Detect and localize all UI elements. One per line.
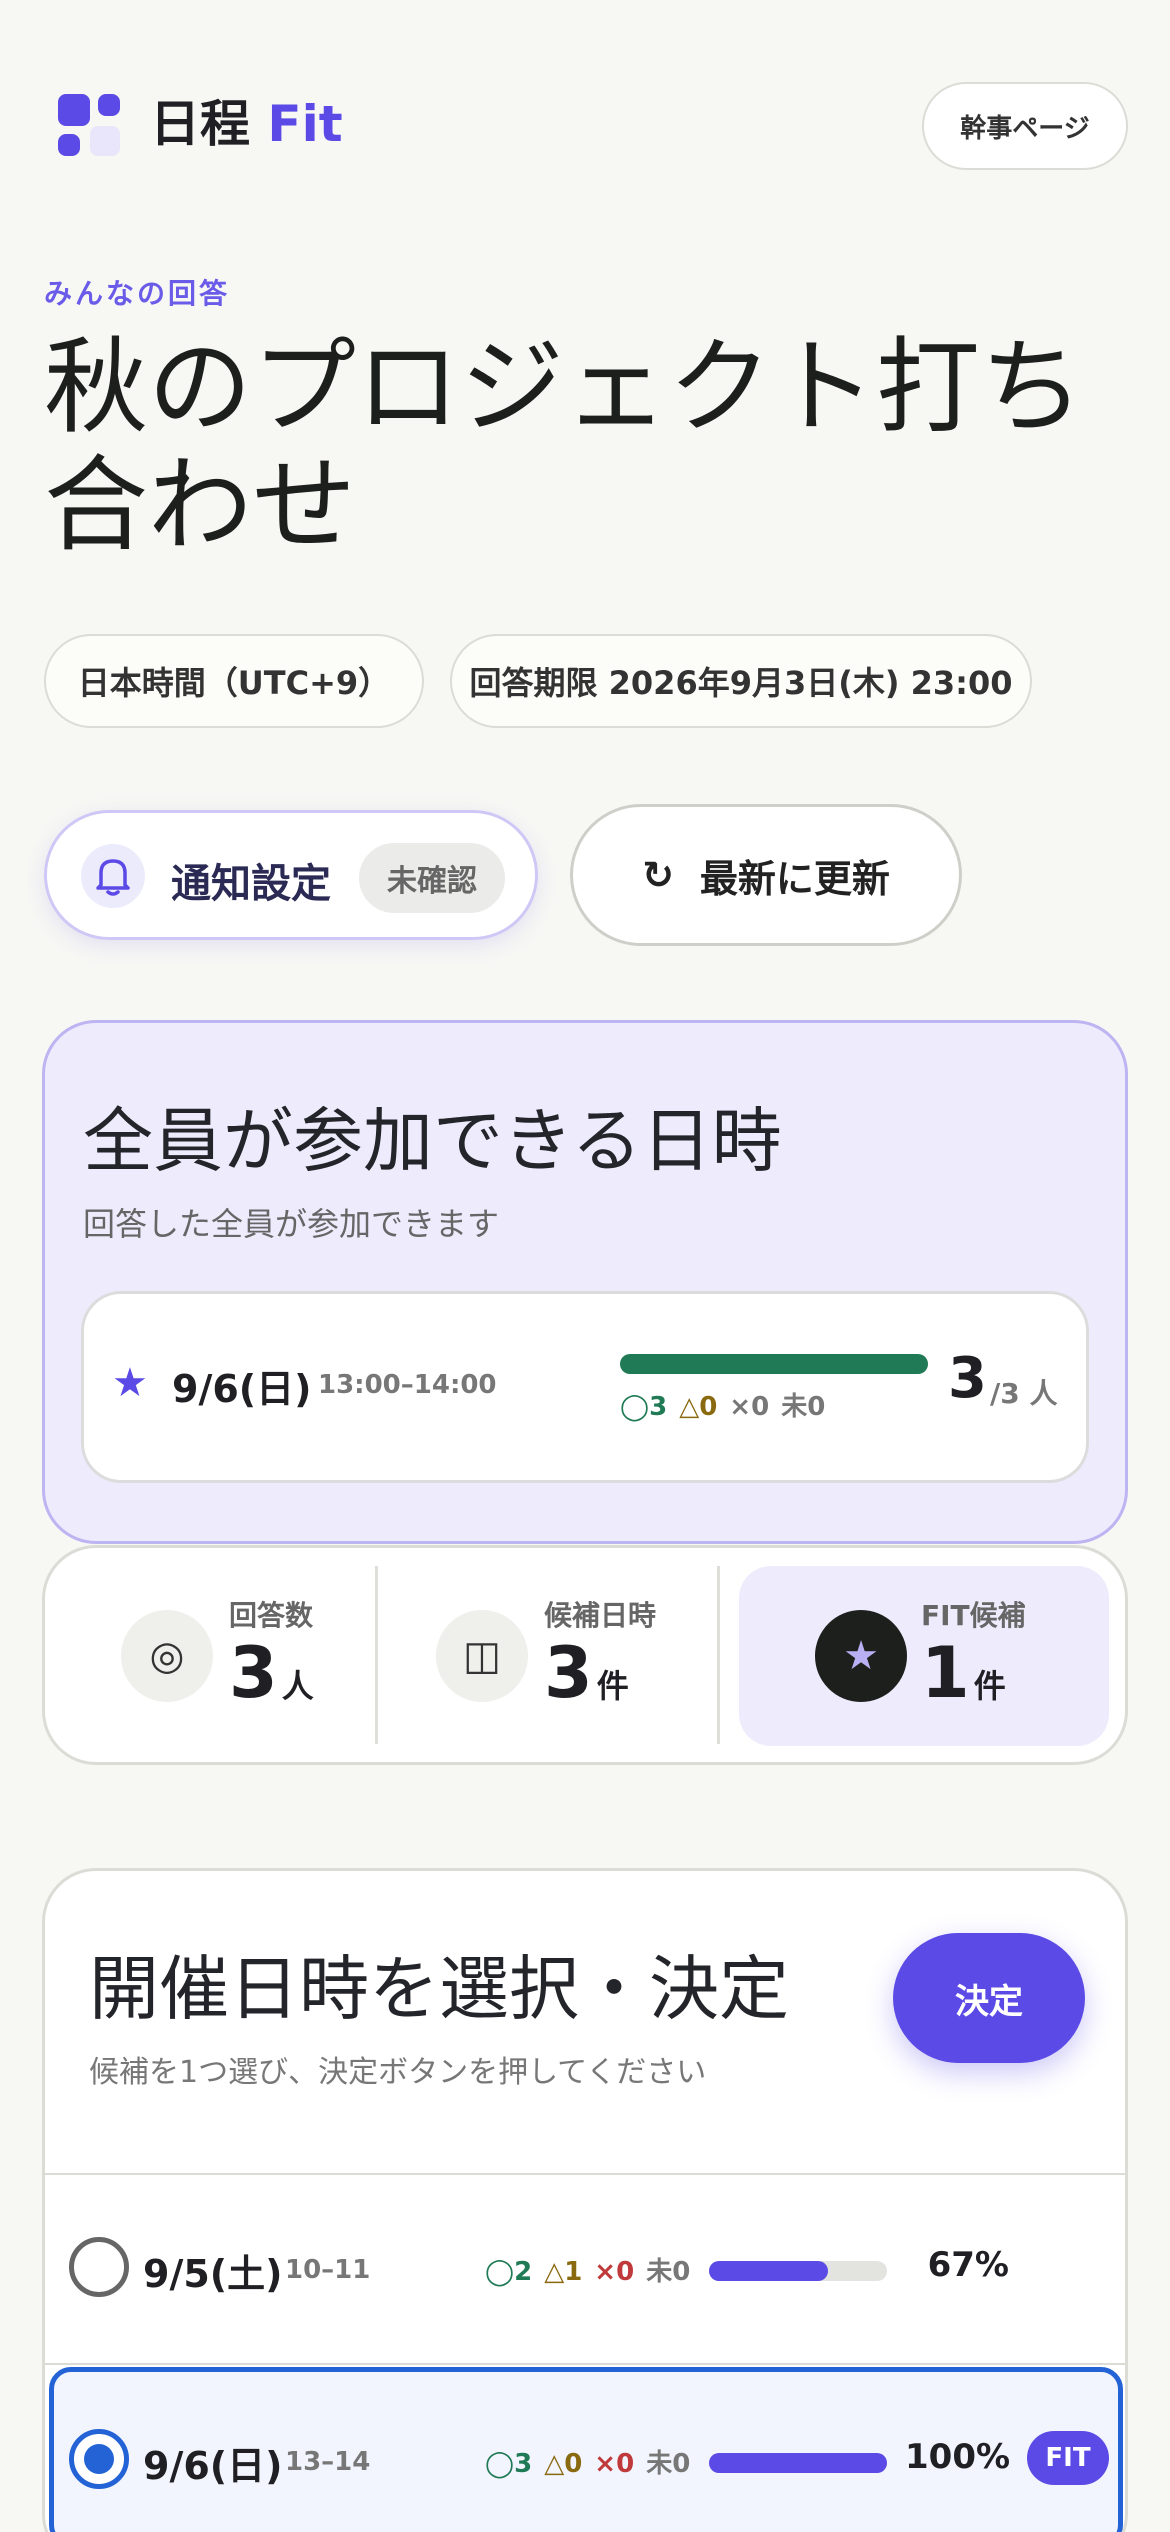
ok-count: ◯2 [485, 2257, 533, 2287]
stats-panel: ◎ 回答数 3人 ◫ 候補日時 3件 ★ FIT候補 1件 [42, 1545, 1128, 1765]
target-icon: ◎ [121, 1610, 213, 1702]
progress-fill [709, 2261, 829, 2281]
fit-card-title: 全員が参加できる日時 [83, 1100, 782, 1182]
candidate-date: 9/5(土) [143, 2252, 283, 2296]
row-divider [45, 2363, 1125, 2365]
fit-attendee-count: 3 [948, 1346, 987, 1411]
progress-fill [709, 2453, 887, 2473]
candidate-radio[interactable] [69, 2237, 129, 2297]
app-brand: 日程 Fit [150, 92, 343, 156]
refresh-button[interactable]: ↻ 最新に更新 [570, 804, 962, 946]
timezone-chip: 日本時間（UTC+9） [44, 634, 424, 728]
star-icon: ★ [815, 1610, 907, 1702]
candidate-progress-bar [709, 2261, 887, 2281]
stat-value: 3 [229, 1632, 278, 1714]
no-count: ×0 [729, 1392, 770, 1422]
brand-accent: Fit [267, 95, 343, 153]
maybe-count: △0 [679, 1392, 718, 1422]
maybe-count: △0 [544, 2449, 583, 2479]
notification-settings-button[interactable]: 通知設定 未確認 [44, 810, 538, 940]
fit-attendee-total: /3 人 [990, 1377, 1058, 1410]
star-icon: ★ [112, 1360, 148, 1406]
stat-fit-candidates: ★ FIT候補 1件 [739, 1548, 1109, 1762]
candidate-date: 9/6(日) [143, 2444, 283, 2488]
page-title: 秋のプロジェクト打ち合わせ [44, 326, 1085, 566]
candidate-row-selected[interactable]: 9/6(日) 13–14 ◯3 △0 ×0 未0 100% FIT [49, 2367, 1123, 2532]
notification-settings-label: 通知設定 [171, 861, 331, 907]
candidate-time: 10–11 [285, 2255, 371, 2285]
stat-value: 1 [921, 1632, 970, 1714]
fit-candidate-time: 13:00–14:00 [318, 1370, 497, 1400]
stat-unit: 件 [973, 1667, 1006, 1705]
calendar-icon: ◫ [436, 1610, 528, 1702]
section-eyebrow: みんなの回答 [44, 277, 231, 310]
fit-badge: FIT [1027, 2431, 1109, 2485]
candidate-radio[interactable] [69, 2429, 129, 2489]
brand-main: 日程 [150, 95, 250, 153]
bell-icon [81, 844, 145, 908]
candidate-progress-bar [709, 2453, 887, 2473]
fit-availability-bar [620, 1354, 928, 1374]
unanswered-count: 未0 [646, 2257, 691, 2287]
stat-value: 3 [544, 1632, 593, 1714]
decide-button[interactable]: 決定 [893, 1933, 1085, 2063]
app-logo-icon [58, 94, 122, 158]
maybe-count: △1 [544, 2257, 583, 2287]
unanswered-count: 未0 [781, 1392, 826, 1422]
stat-label: FIT候補 [921, 1599, 1026, 1632]
stat-divider [717, 1566, 720, 1744]
stat-unit: 件 [596, 1667, 629, 1705]
candidate-time: 13–14 [285, 2447, 371, 2477]
stat-label: 回答数 [229, 1599, 314, 1632]
candidate-percent: 67% [927, 2245, 1009, 2285]
no-count: ×0 [594, 2257, 635, 2287]
refresh-icon: ↻ [642, 853, 674, 897]
fit-response-counts: ◯3 △0 ×0 未0 [620, 1386, 825, 1423]
stat-label: 候補日時 [544, 1599, 657, 1632]
no-count: ×0 [594, 2449, 635, 2479]
fit-candidate-row[interactable]: ★ 9/6(日) 13:00–14:00 ◯3 △0 ×0 未0 3 /3 人 [81, 1291, 1089, 1483]
fit-candidate-date: 9/6(日) [172, 1367, 312, 1411]
refresh-label: 最新に更新 [699, 856, 890, 901]
unanswered-count: 未0 [646, 2449, 691, 2479]
stat-responses: ◎ 回答数 3人 [45, 1548, 375, 1762]
select-card-subtitle: 候補を1つ選び、決定ボタンを押してください [89, 2055, 707, 2090]
notification-status-badge: 未確認 [359, 843, 505, 913]
candidate-response-counts: ◯2 △1 ×0 未0 [485, 2251, 690, 2288]
stat-unit: 人 [281, 1667, 314, 1705]
fit-summary-card: 全員が参加できる日時 回答した全員が参加できます ★ 9/6(日) 13:00–… [42, 1020, 1128, 1544]
admin-page-button[interactable]: 幹事ページ [922, 82, 1128, 170]
stat-candidates: ◫ 候補日時 3件 [378, 1548, 716, 1762]
select-date-card: 開催日時を選択・決定 候補を1つ選び、決定ボタンを押してください 決定 9/5(… [42, 1868, 1128, 2532]
ok-count: ◯3 [620, 1392, 668, 1422]
ok-count: ◯3 [485, 2449, 533, 2479]
deadline-chip: 回答期限 2026年9月3日(木) 23:00 [450, 634, 1032, 728]
fit-card-subtitle: 回答した全員が参加できます [83, 1205, 500, 1243]
candidate-response-counts: ◯3 △0 ×0 未0 [485, 2443, 690, 2480]
select-card-title: 開催日時を選択・決定 [89, 1948, 789, 2030]
candidate-row[interactable]: 9/5(土) 10–11 ◯2 △1 ×0 未0 67% [45, 2175, 1125, 2355]
candidate-percent: 100% [905, 2437, 1011, 2477]
